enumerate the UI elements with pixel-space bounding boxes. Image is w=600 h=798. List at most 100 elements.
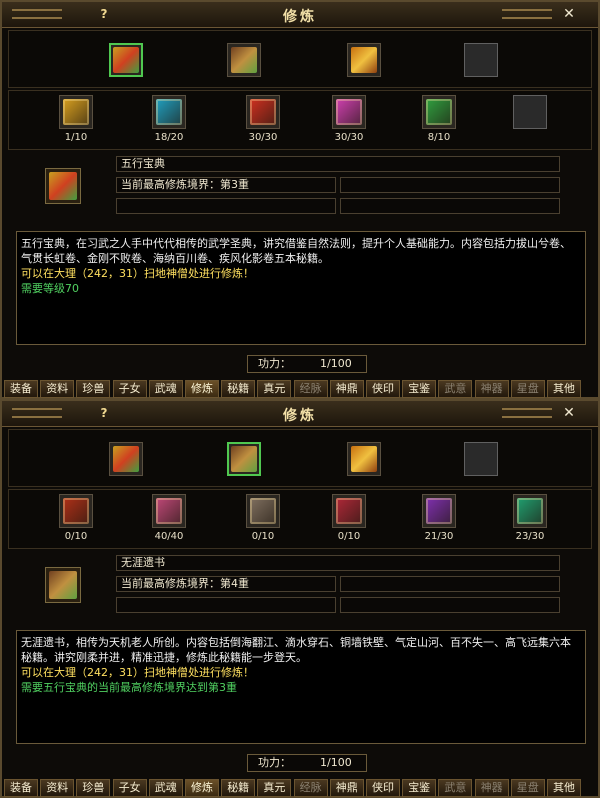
tab-9[interactable]: 神鼎 — [329, 779, 364, 797]
description-line: 可以在大理（242，31）扫地神僧处进行修炼！ — [21, 267, 254, 280]
tab-10[interactable]: 侠印 — [366, 380, 400, 398]
tab-4[interactable]: 武魂 — [148, 380, 183, 398]
empty-field — [340, 177, 560, 193]
category-slot[interactable] — [464, 43, 498, 77]
tab-7[interactable]: 真元 — [257, 380, 292, 398]
tab-13[interactable]: 神器 — [474, 779, 509, 797]
red-scroll-icon — [63, 498, 89, 524]
purple-scroll-icon — [426, 498, 452, 524]
book-slot[interactable] — [59, 95, 93, 129]
treasure-chest-icon — [45, 567, 81, 603]
gold-ingot-chest-icon — [351, 446, 377, 472]
tab-8[interactable]: 经脉 — [293, 779, 328, 797]
book-name: 五行宝典 — [116, 156, 560, 172]
tab-13[interactable]: 神器 — [474, 380, 509, 398]
cultivation-panel-wuxing: ? 修炼 ✕ 1/10 18/20 30/30 30/30 8/10 五行宝典 当前最高修炼境界：… — [0, 0, 600, 399]
tab-6[interactable]: 秘籍 — [221, 380, 256, 398]
tab-bar: 装备 资料 珍兽 子女 武魂 修炼 秘籍 真元 经脉 神鼎 侠印 宝鉴 武意 神器 星盘 其他 — [2, 779, 598, 797]
tab-11[interactable]: 宝鉴 — [402, 380, 437, 398]
power-display: 功力： 1/100 — [247, 355, 367, 373]
book-name: 无涯遗书 — [116, 555, 560, 571]
magenta-book-icon — [336, 99, 362, 125]
book-slot[interactable] — [332, 95, 366, 129]
tab-7[interactable]: 真元 — [257, 779, 292, 797]
tab-0[interactable]: 装备 — [4, 779, 38, 797]
category-slot[interactable] — [227, 43, 261, 77]
book-slot[interactable] — [59, 494, 93, 528]
yellow-book-icon — [63, 99, 89, 125]
book-slot[interactable] — [513, 95, 547, 129]
power-label: 功力： — [258, 357, 291, 370]
book-slot[interactable] — [422, 494, 456, 528]
grey-scroll-icon — [250, 498, 276, 524]
realm-text: 当前最高修炼境界：第4重 — [116, 576, 336, 592]
big-icon-art — [49, 172, 77, 200]
title-bar[interactable]: ? 修炼 ✕ — [2, 401, 598, 427]
tab-4[interactable]: 武魂 — [148, 779, 183, 797]
category-slot[interactable] — [347, 442, 381, 476]
book-slot[interactable] — [513, 494, 547, 528]
tab-14[interactable]: 星盘 — [510, 779, 545, 797]
tab-0[interactable]: 装备 — [4, 380, 38, 398]
close-button[interactable]: ✕ — [560, 5, 578, 23]
description-line: 无涯遗书，相传为天机老人所创。内容包括倒海翻江、滴水穿石、铜墙铁壁、气定山河、百… — [21, 636, 571, 664]
power-value: 1/100 — [320, 756, 352, 769]
tab-14[interactable]: 星盘 — [510, 380, 545, 398]
book-progress: 0/10 — [337, 531, 361, 542]
tab-1[interactable]: 资料 — [40, 779, 75, 797]
category-slot[interactable] — [109, 442, 143, 476]
empty-field — [116, 198, 336, 214]
category-row — [8, 30, 592, 88]
book-slot[interactable] — [152, 95, 186, 129]
wuxing-book-icon — [45, 168, 81, 204]
power-label: 功力： — [258, 756, 291, 769]
description-line: 需要等级70 — [21, 282, 79, 295]
empty-field — [340, 597, 560, 613]
tab-5[interactable]: 修炼 — [185, 779, 219, 797]
tab-bar: 装备 资料 珍兽 子女 武魂 修炼 秘籍 真元 经脉 神鼎 侠印 宝鉴 武意 神器 星盘 其他 — [2, 380, 598, 398]
tab-11[interactable]: 宝鉴 — [402, 779, 437, 797]
book-row: 1/10 18/20 30/30 30/30 8/10 — [8, 90, 592, 150]
book-row: 0/10 40/40 0/10 0/10 21/30 23/30 — [8, 489, 592, 549]
cyan-book-icon — [156, 99, 182, 125]
tab-2[interactable]: 珍兽 — [76, 380, 111, 398]
close-button[interactable]: ✕ — [560, 404, 578, 422]
tab-9[interactable]: 神鼎 — [329, 380, 364, 398]
description-line: 可以在大理（242，31）扫地神僧处进行修炼！ — [21, 666, 254, 679]
tab-12[interactable]: 武意 — [438, 380, 473, 398]
book-progress: 30/30 — [248, 132, 278, 143]
book-progress: 23/30 — [515, 531, 545, 542]
tab-2[interactable]: 珍兽 — [76, 779, 111, 797]
tab-1[interactable]: 资料 — [40, 380, 75, 398]
tab-10[interactable]: 侠印 — [366, 779, 400, 797]
category-slot[interactable] — [464, 442, 498, 476]
window-title: 修炼 — [283, 9, 317, 25]
tab-3[interactable]: 子女 — [112, 779, 147, 797]
book-info: 无涯遗书当前最高修炼境界：第4重 — [8, 551, 592, 625]
category-slot[interactable] — [347, 43, 381, 77]
book-slot[interactable] — [422, 95, 456, 129]
realm-text: 当前最高修炼境界：第3重 — [116, 177, 336, 193]
tab-15[interactable]: 其他 — [547, 380, 581, 398]
category-slot[interactable] — [227, 442, 261, 476]
book-progress: 0/10 — [64, 531, 88, 542]
book-slot[interactable] — [246, 494, 280, 528]
book-info: 五行宝典当前最高修炼境界：第3重 — [8, 152, 592, 226]
tab-5[interactable]: 修炼 — [185, 380, 219, 398]
book-progress: 40/40 — [154, 531, 184, 542]
tab-6[interactable]: 秘籍 — [221, 779, 256, 797]
book-slot[interactable] — [246, 95, 280, 129]
book-slot[interactable] — [152, 494, 186, 528]
tab-12[interactable]: 武意 — [438, 779, 473, 797]
title-bar[interactable]: ? 修炼 ✕ — [2, 2, 598, 28]
tab-8[interactable]: 经脉 — [293, 380, 328, 398]
teal-scroll-icon — [517, 498, 543, 524]
book-progress: 21/30 — [424, 531, 454, 542]
green-book-icon — [426, 99, 452, 125]
power-display: 功力： 1/100 — [247, 754, 367, 772]
gold-ingot-chest-icon — [351, 47, 377, 73]
book-slot[interactable] — [332, 494, 366, 528]
tab-15[interactable]: 其他 — [547, 779, 581, 797]
tab-3[interactable]: 子女 — [112, 380, 147, 398]
category-slot[interactable] — [109, 43, 143, 77]
